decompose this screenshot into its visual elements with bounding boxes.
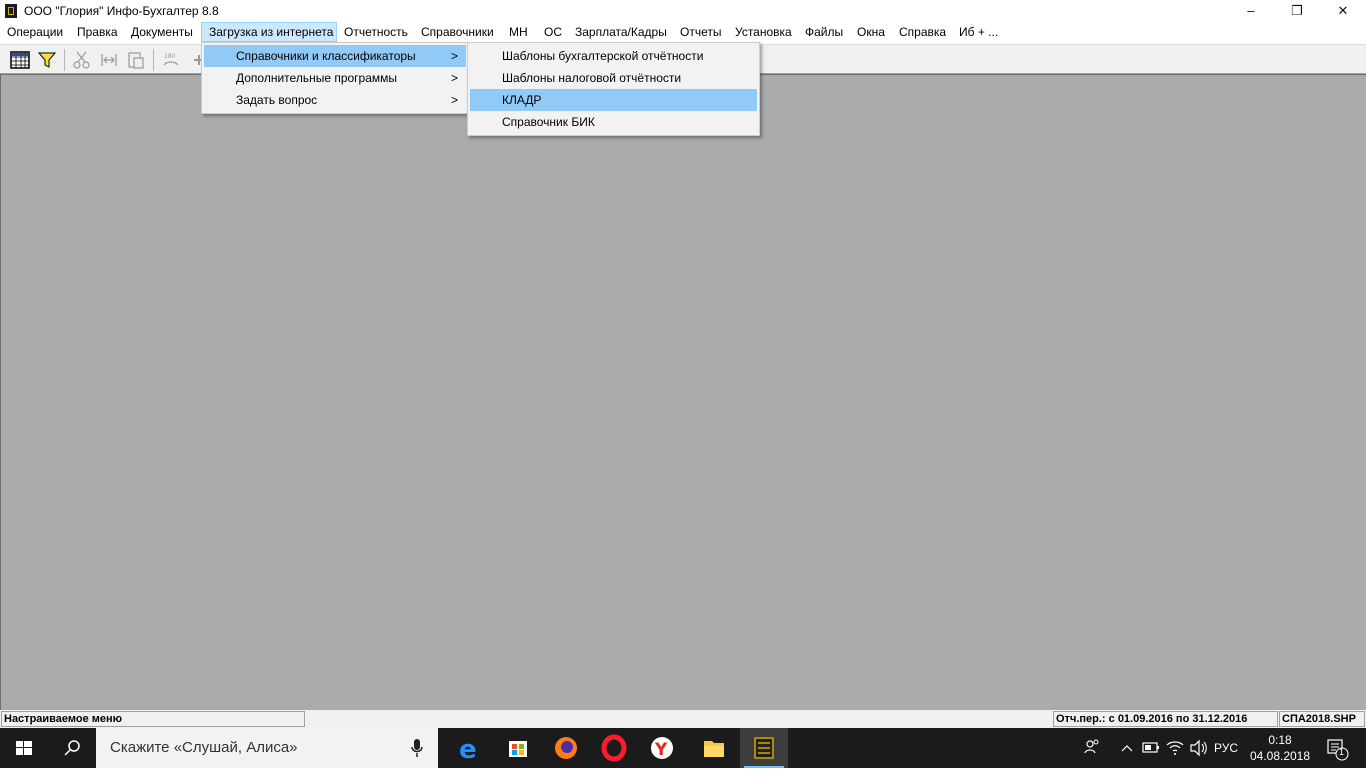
filter-icon[interactable]: [36, 49, 58, 71]
menu-item-tax-templates[interactable]: Шаблоны налоговой отчётности: [470, 67, 757, 89]
close-button[interactable]: ✕: [1320, 0, 1366, 22]
menu-item-bik-reference[interactable]: Справочник БИК: [470, 111, 757, 133]
clock[interactable]: 0:18 04.08.2018: [1244, 732, 1316, 764]
status-file: СПА2018.SHP: [1279, 711, 1365, 727]
menu-help[interactable]: Справка: [892, 22, 953, 42]
svg-text:Y: Y: [654, 740, 668, 760]
notification-count: 1: [1339, 747, 1345, 757]
menu-item-accounting-templates[interactable]: Шаблоны бухгалтерской отчётности: [470, 45, 757, 67]
submenu-arrow-icon: >: [450, 71, 458, 85]
notifications-icon[interactable]: 1: [1322, 728, 1352, 768]
wifi-icon[interactable]: [1164, 728, 1186, 768]
firefox-icon[interactable]: [542, 728, 590, 768]
menu-windows[interactable]: Окна: [850, 22, 892, 42]
menu-item-kladr[interactable]: КЛАДР: [470, 89, 757, 111]
search-icon[interactable]: [48, 728, 96, 768]
window-title: ООО "Глория" Инфо-Бухгалтер 8.8: [24, 4, 219, 18]
menu-salary-hr[interactable]: Зарплата/Кадры: [568, 22, 674, 42]
windows-start-icon[interactable]: [0, 728, 48, 768]
people-icon[interactable]: [1080, 728, 1104, 768]
menu-item-references-classifiers[interactable]: Справочники и классификаторы >: [204, 45, 466, 67]
menu-reporting[interactable]: Отчетность: [337, 22, 415, 42]
store-icon[interactable]: [494, 728, 542, 768]
chevron-up-icon[interactable]: [1118, 728, 1136, 768]
menu-documents[interactable]: Документы: [124, 22, 200, 42]
menu-item-additional-programs[interactable]: Дополнительные программы >: [204, 67, 466, 89]
volume-icon[interactable]: [1188, 728, 1210, 768]
menu-files[interactable]: Файлы: [798, 22, 850, 42]
maximize-button[interactable]: ❐: [1274, 0, 1320, 22]
menu-setup[interactable]: Установка: [728, 22, 799, 42]
info-accountant-icon[interactable]: [740, 728, 788, 768]
microphone-icon[interactable]: [410, 738, 424, 758]
mdi-workspace: [0, 74, 1366, 710]
menu-edit[interactable]: Правка: [70, 22, 125, 42]
yandex-browser-icon[interactable]: Y: [638, 728, 686, 768]
rotate-180-icon[interactable]: 180: [160, 49, 182, 71]
clock-date: 04.08.2018: [1249, 749, 1311, 763]
menu-ib-plus[interactable]: Иб + ...: [952, 22, 1005, 42]
copy-icon[interactable]: [98, 49, 120, 71]
taskbar: Скажите «Слушай, Алиса» e Y РУС 0:18 04.…: [0, 728, 1366, 768]
battery-icon[interactable]: [1140, 728, 1162, 768]
menu-bar: Операции Правка Документы Загрузка из ин…: [0, 22, 1366, 42]
submenu-arrow-icon: >: [450, 93, 458, 107]
calculator-grid-icon[interactable]: [9, 49, 31, 71]
app-icon[interactable]: [5, 4, 17, 18]
opera-icon[interactable]: [590, 728, 638, 768]
menu-item-ask-question[interactable]: Задать вопрос >: [204, 89, 466, 111]
paste-icon[interactable]: [125, 49, 147, 71]
status-hint: Настраиваемое меню: [1, 711, 305, 727]
svg-text:e: e: [459, 735, 477, 765]
menu-mn[interactable]: МН: [502, 22, 535, 42]
clock-time: 0:18: [1268, 733, 1292, 747]
menu-os[interactable]: ОС: [537, 22, 569, 42]
submenu-arrow-icon: >: [450, 49, 458, 63]
edge-icon[interactable]: e: [446, 728, 494, 768]
status-bar: Настраиваемое меню Отч.пер.: с 01.09.201…: [0, 710, 1366, 728]
file-explorer-icon[interactable]: [690, 728, 738, 768]
minimize-button[interactable]: –: [1228, 0, 1274, 22]
title-bar: ООО "Глория" Инфо-Бухгалтер 8.8 – ❐ ✕: [0, 0, 1366, 22]
menu-internet-download[interactable]: Загрузка из интернета: [201, 22, 337, 42]
svg-text:180: 180: [164, 53, 176, 60]
references-submenu: Шаблоны бухгалтерской отчётности Шаблоны…: [467, 42, 760, 136]
language-indicator[interactable]: РУС: [1214, 728, 1244, 768]
status-report-period: Отч.пер.: с 01.09.2016 по 31.12.2016: [1053, 711, 1278, 727]
search-placeholder: Скажите «Слушай, Алиса»: [110, 739, 298, 756]
cut-icon[interactable]: [71, 49, 93, 71]
menu-references[interactable]: Справочники: [414, 22, 501, 42]
internet-download-menu: Справочники и классификаторы > Дополните…: [201, 42, 469, 114]
menu-reports[interactable]: Отчеты: [673, 22, 728, 42]
voice-search-box[interactable]: Скажите «Слушай, Алиса»: [96, 728, 438, 768]
menu-operations[interactable]: Операции: [0, 22, 70, 42]
